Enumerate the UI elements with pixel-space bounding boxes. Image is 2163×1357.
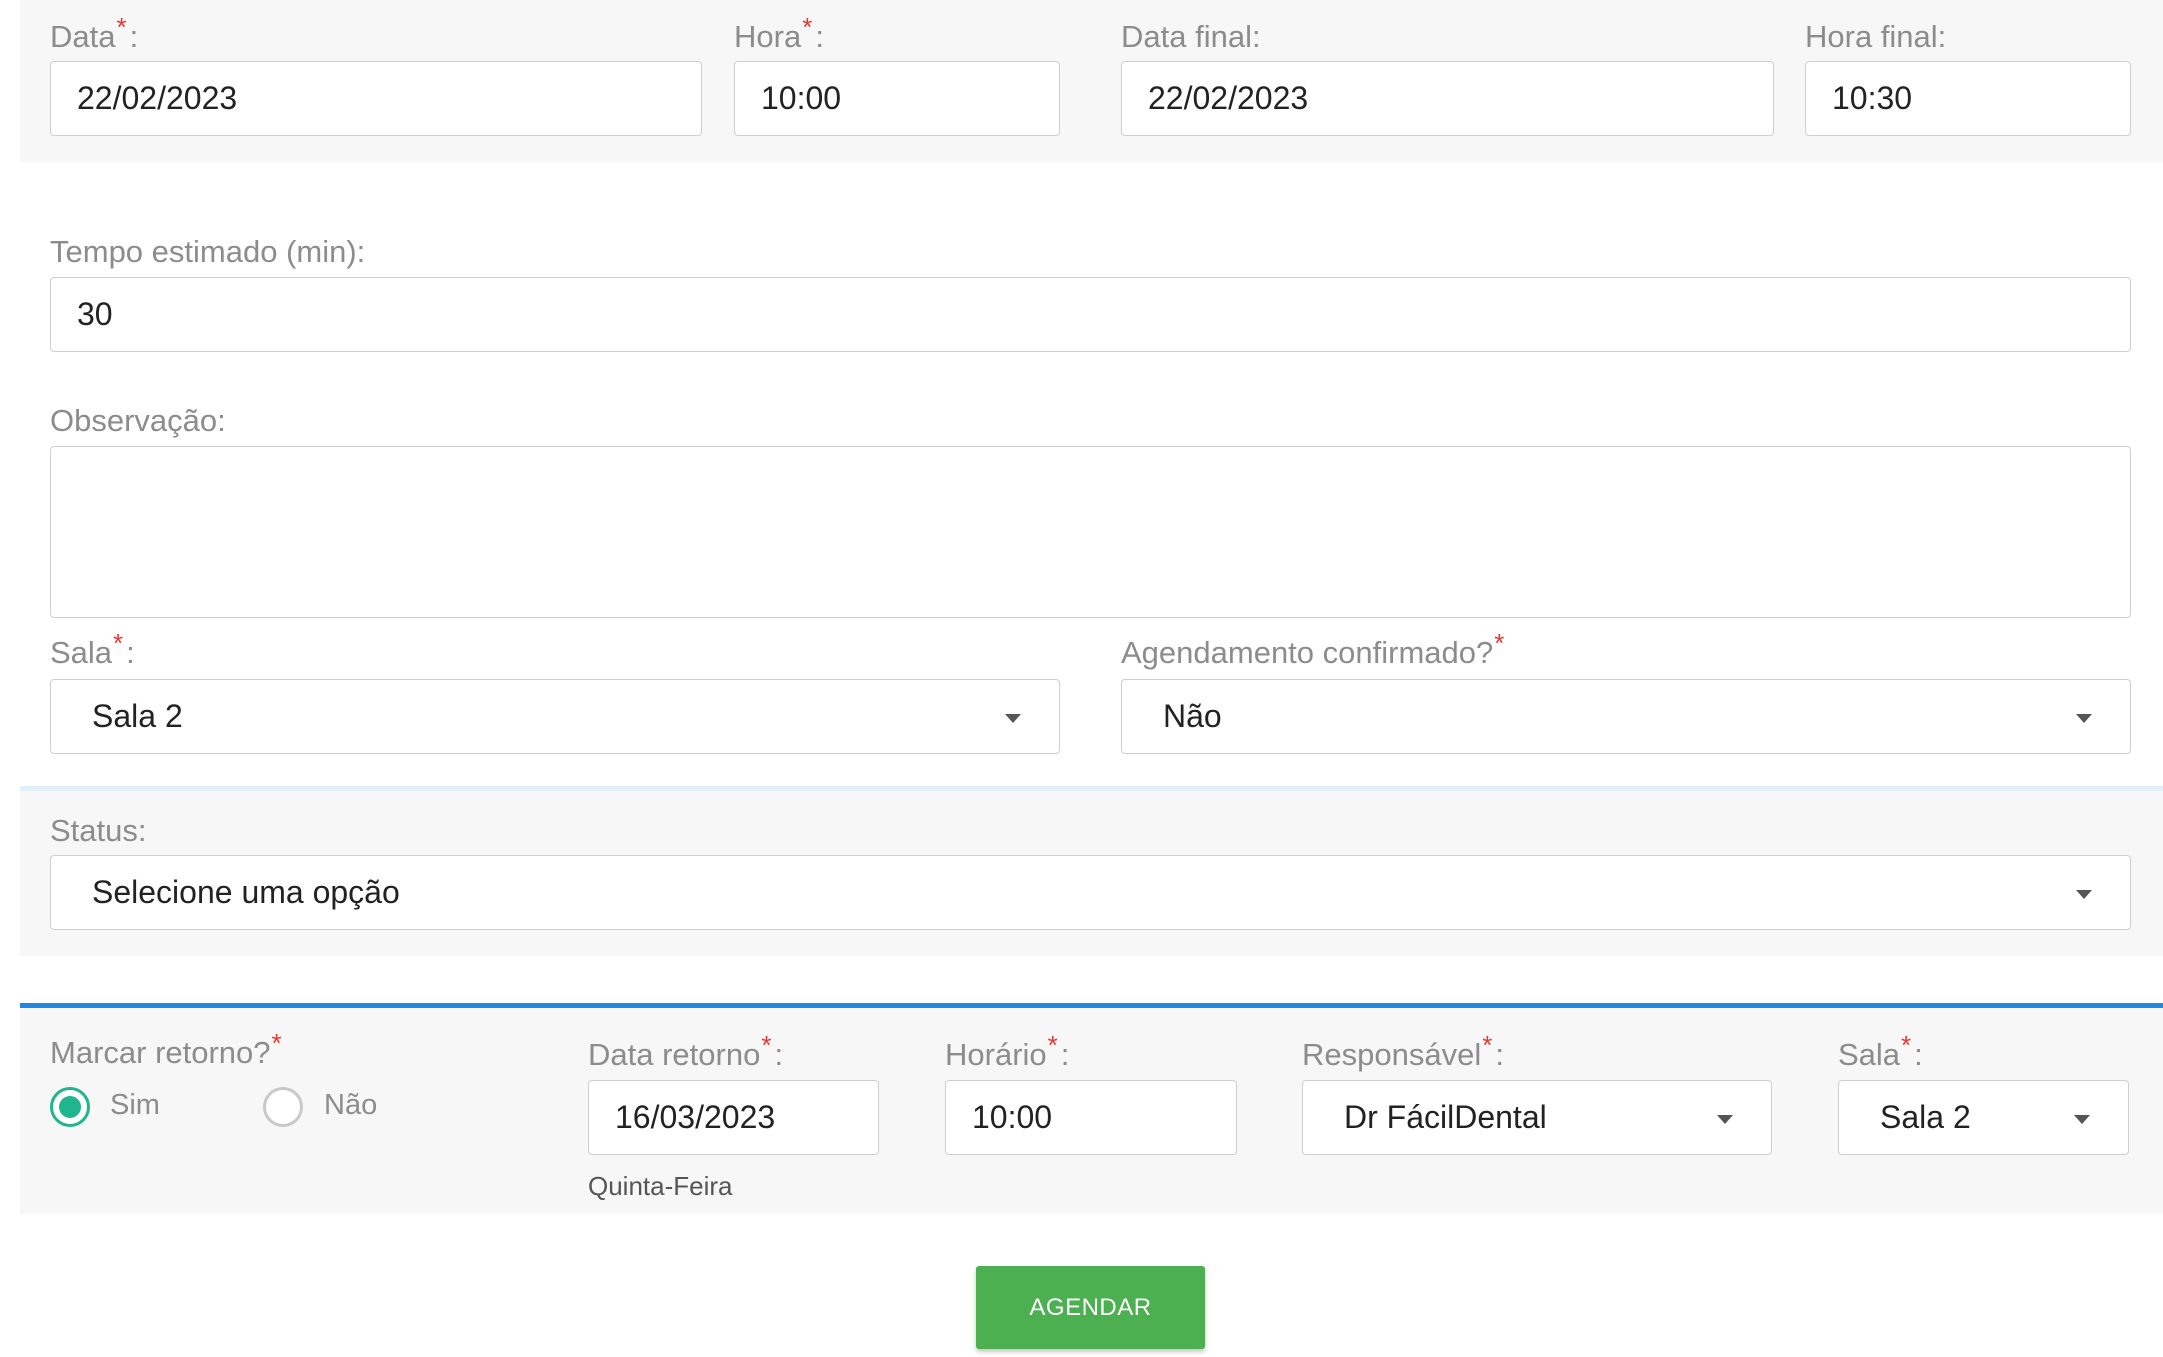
- agendamento-confirmado-select[interactable]: Não: [1121, 679, 2131, 754]
- data-label: Data*:: [50, 12, 139, 54]
- horario-input[interactable]: 10:00: [945, 1080, 1237, 1155]
- horario-label: Horário*:: [945, 1030, 1070, 1072]
- data-input[interactable]: 22/02/2023: [50, 61, 702, 136]
- observacao-textarea[interactable]: [50, 446, 2131, 618]
- hora-final-label: Hora final:: [1805, 19, 1947, 54]
- marcar-retorno-label: Marcar retorno?*: [50, 1028, 282, 1070]
- sala-retorno-select[interactable]: Sala 2: [1838, 1080, 2129, 1155]
- hora-label: Hora*:: [734, 12, 824, 54]
- chevron-down-icon: [2076, 714, 2092, 723]
- data-retorno-label: Data retorno*:: [588, 1030, 784, 1072]
- tempo-estimado-label: Tempo estimado (min):: [50, 234, 366, 269]
- agendar-button[interactable]: AGENDAR: [976, 1266, 1205, 1349]
- chevron-down-icon: [2076, 890, 2092, 899]
- chevron-down-icon: [1005, 714, 1021, 723]
- retorno-nao-radio[interactable]: [263, 1087, 303, 1127]
- agendamento-confirmado-label: Agendamento confirmado?*: [1121, 628, 1505, 670]
- tempo-estimado-input[interactable]: 30: [50, 277, 2131, 352]
- sala-retorno-label: Sala*:: [1838, 1030, 1923, 1072]
- retorno-sim-radio[interactable]: [50, 1087, 90, 1127]
- hora-final-input[interactable]: 10:30: [1805, 61, 2131, 136]
- weekday-hint: Quinta-Feira: [588, 1171, 733, 1201]
- sala-label: Sala*:: [50, 628, 135, 670]
- retorno-nao-label[interactable]: Não: [324, 1089, 377, 1122]
- data-final-label: Data final:: [1121, 19, 1261, 54]
- retorno-sim-label[interactable]: Sim: [110, 1089, 160, 1122]
- data-final-input[interactable]: 22/02/2023: [1121, 61, 1774, 136]
- hora-input[interactable]: 10:00: [734, 61, 1060, 136]
- sala-select[interactable]: Sala 2: [50, 679, 1060, 754]
- responsavel-label: Responsável*:: [1302, 1030, 1504, 1072]
- chevron-down-icon: [2074, 1115, 2090, 1124]
- status-select[interactable]: Selecione uma opção: [50, 855, 2131, 930]
- chevron-down-icon: [1717, 1115, 1733, 1124]
- data-retorno-input[interactable]: 16/03/2023: [588, 1080, 879, 1155]
- responsavel-select[interactable]: Dr FácilDental: [1302, 1080, 1772, 1155]
- status-label: Status:: [50, 813, 147, 848]
- observacao-label: Observação:: [50, 403, 226, 438]
